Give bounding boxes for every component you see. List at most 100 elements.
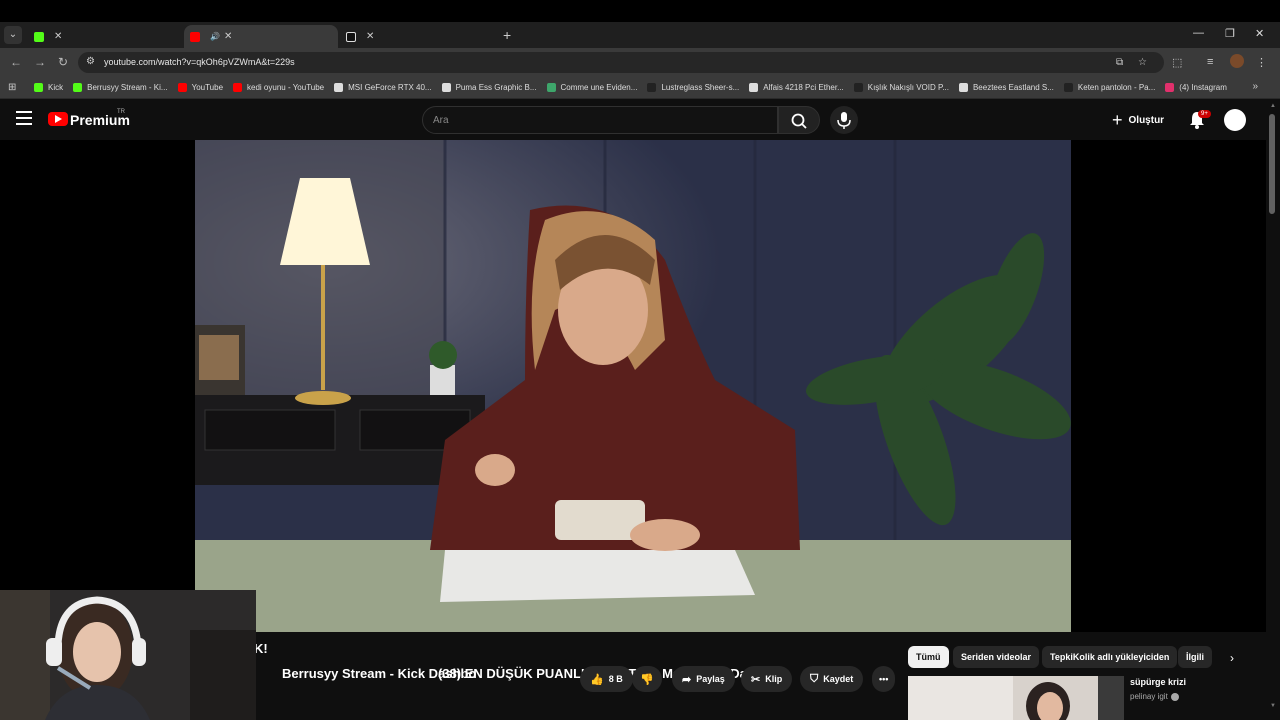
profile-avatar[interactable] [1230,54,1244,68]
verified-icon [1170,692,1179,701]
chip-uploader[interactable]: TepkiKolik adlı yükleyiciden [1042,646,1178,668]
webcam-image [0,590,256,720]
voice-search-button[interactable] [830,106,858,134]
webcam-overlay [0,590,256,720]
bookmark-label: Keten pantolon - Pa... [1077,82,1156,92]
restore-button[interactable]: ❐ [1225,27,1235,40]
chip-related[interactable]: İlgili [1178,646,1212,668]
extensions-icon[interactable]: ⬚ [1172,56,1182,69]
menu-icon[interactable] [16,111,32,125]
scissors-icon: ✂ [751,673,761,686]
url-text[interactable]: youtube.com/watch?v=qkOh6pVZWmA&t=229s [104,57,295,67]
minimize-button[interactable]: — [1193,27,1204,39]
browser-tab-bar: ⌄ Berrusyy Stream - Kick Dashbo ✕ (38) E… [0,22,1280,681]
bookmark-favicon-icon [177,82,187,92]
bookmark-item[interactable]: Lustreglass Sheer-s... [647,82,740,92]
search-icon [791,113,807,129]
bookmarks-bar: ⊞ Kick Berrusyy Stream - Ki... YouTube kedi… [0,76,1280,99]
chip-all[interactable]: Tümü [908,646,949,668]
bookmark-item[interactable]: Keten pantolon - Pa... [1063,82,1156,92]
clip-label: Klip [765,674,783,684]
youtube-logo-icon[interactable] [48,112,68,126]
account-avatar[interactable] [1224,109,1246,131]
scrollbar-thumb[interactable] [1269,114,1275,214]
share-button[interactable]: ➦ Paylaş [672,666,735,692]
more-actions-button[interactable]: ••• [872,666,896,692]
site-info-icon[interactable]: ⚙ [86,56,95,67]
bookmark-label: Comme une Eviden... [560,82,638,92]
channel-name: pelinay igit [1130,692,1168,701]
video-frame[interactable] [195,140,1071,632]
bookmark-item[interactable]: Beeztees Eastland S... [958,82,1054,92]
screen-top-bar [0,0,1280,22]
tab-tiktok[interactable]: (2)TikTok - Make Your Day ✕ [340,25,754,681]
save-label: Kaydet [823,674,854,684]
bookmark-item[interactable]: (4) Instagram [1165,82,1227,92]
kick-icon [34,31,44,42]
bookmark-item[interactable]: Puma Ess Graphic B... [441,82,537,92]
more-bookmarks-icon[interactable]: » [1252,81,1258,92]
bookmark-label: Beeztees Eastland S... [972,82,1054,92]
bookmark-item[interactable]: Comme une Eviden... [546,82,638,92]
notification-badge: 9+ [1198,110,1211,118]
close-icon[interactable]: ✕ [366,31,374,42]
forward-icon[interactable]: → [34,55,46,69]
scroll-down-icon[interactable]: ▼ [1270,703,1276,709]
scroll-up-icon[interactable]: ▲ [1270,103,1276,109]
tab-kick[interactable]: Berrusyy Stream - Kick Dashbo ✕ [28,25,476,681]
bookmark-item[interactable]: MSI GeForce RTX 40... [334,82,432,92]
bookmark-item[interactable]: YouTube [177,82,224,92]
bookmark-label: Kışlık Nakışlı VOID P... [867,82,949,92]
microphone-icon [837,112,851,129]
bookmark-label: Lustreglass Sheer-s... [661,82,740,92]
chevron-right-icon[interactable]: › [1230,651,1234,665]
recommendation-thumbnail[interactable] [908,676,1124,720]
search-input[interactable]: Ara [422,106,778,134]
bookmark-item[interactable]: Kick [34,82,63,92]
apps-grid-icon[interactable]: ⊞ [8,82,20,93]
bookmark-favicon-icon [334,82,344,92]
share-label: Paylaş [696,674,725,684]
recommendation-title[interactable]: süpürge krizi [1130,677,1186,687]
thumbnail-image [908,676,1124,720]
media-control-icon[interactable]: ≡ [1207,56,1213,68]
tab-search-button[interactable]: ⌄ [4,26,22,44]
back-icon[interactable]: ← [10,55,22,69]
chip-series[interactable]: Seriden videolar [953,646,1040,668]
close-icon[interactable]: ✕ [54,31,62,42]
close-window-button[interactable]: ✕ [1255,27,1264,40]
recommendation-channel[interactable]: pelinay igit [1130,692,1179,701]
bookmark-item[interactable]: Berrusyy Stream - Ki... [73,82,168,92]
bookmark-star-icon[interactable]: ☆ [1138,57,1147,68]
close-icon[interactable]: ✕ [224,31,232,42]
thumbs-down-icon: 👎 [640,673,654,686]
youtube-icon [190,31,200,42]
like-count: 8 B [608,674,623,684]
speaker-icon[interactable]: 🔊 [210,32,220,41]
page-scrollbar[interactable]: ▲ ▼ [1266,100,1280,720]
search-button[interactable] [778,106,820,134]
bookmark-label: (4) Instagram [1179,82,1227,92]
like-button[interactable]: 👍 8 B [580,666,633,692]
new-tab-button[interactable]: + [503,27,511,43]
bookmark-item[interactable]: Alfais 4218 Pci Ether... [749,82,844,92]
tab-youtube[interactable]: (38) EN DÜŞÜK PUANLI YİY 🔊 ✕ [184,25,609,681]
create-button[interactable]: + Oluştur [1112,109,1164,131]
tiktok-icon [346,31,356,42]
dislike-button[interactable]: 👎 [632,666,662,692]
bookmark-item[interactable]: kedi oyunu - YouTube [233,82,325,92]
bookmark-label: Alfais 4218 Pci Ether... [763,82,844,92]
bookmark-item[interactable]: Kışlık Nakışlı VOID P... [853,82,949,92]
clip-button[interactable]: ✂ Klip [741,666,793,692]
bookmark-label: Puma Ess Graphic B... [455,82,537,92]
bookmark-label: YouTube [191,82,224,92]
reload-icon[interactable]: ↻ [58,55,68,69]
install-app-icon[interactable]: ⧉ [1116,57,1123,68]
address-bar[interactable]: ⚙ youtube.com/watch?v=qkOh6pVZWmA&t=229s… [78,52,1164,73]
bookmark-favicon-icon [1165,82,1175,92]
browser-menu-icon[interactable]: ⋮ [1256,56,1267,69]
youtube-header: Premium TR Ara + Oluştur 9+ [0,100,1280,140]
save-button[interactable]: ⛉ Kaydet [800,666,864,692]
bookmark-label: MSI GeForce RTX 40... [348,82,432,92]
bookmark-label: kedi oyunu - YouTube [247,82,325,92]
